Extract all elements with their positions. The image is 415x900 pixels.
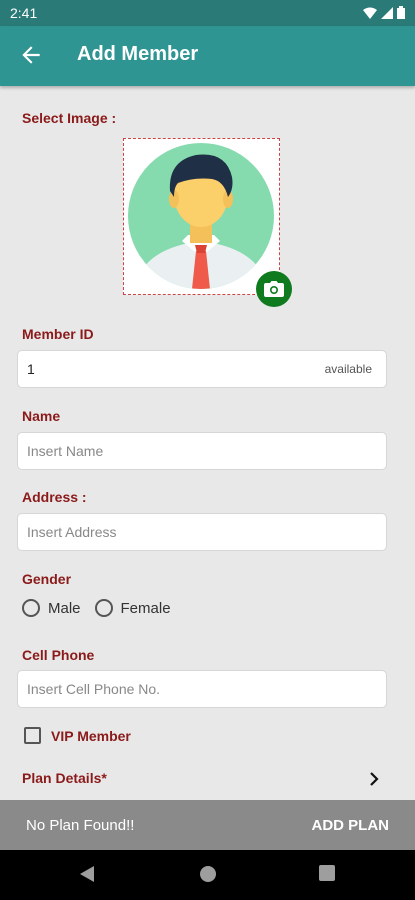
chevron-right-icon bbox=[370, 772, 379, 786]
signal-icon bbox=[381, 6, 393, 19]
arrow-left-icon[interactable] bbox=[18, 42, 44, 68]
battery-icon bbox=[397, 6, 405, 19]
plan-details-label: Plan Details* bbox=[22, 770, 107, 786]
page-title: Add Member bbox=[77, 43, 199, 65]
system-nav-bar bbox=[0, 850, 415, 900]
member-id-input[interactable] bbox=[18, 351, 307, 387]
nav-back-icon[interactable] bbox=[79, 865, 95, 883]
cell-phone-field bbox=[17, 670, 387, 708]
wifi-icon bbox=[363, 7, 377, 19]
camera-icon bbox=[264, 281, 284, 297]
status-icons bbox=[363, 6, 405, 19]
address-field bbox=[17, 513, 387, 551]
gender-radio-group: Male Female bbox=[22, 599, 185, 617]
vip-member-checkbox[interactable]: VIP Member bbox=[24, 727, 131, 744]
cell-phone-input[interactable] bbox=[18, 671, 307, 707]
gender-radio-female[interactable]: Female bbox=[94, 599, 171, 617]
nav-recents-icon[interactable] bbox=[319, 865, 335, 881]
gender-label: Gender bbox=[22, 571, 72, 587]
radio-circle bbox=[22, 599, 40, 617]
add-plan-button[interactable]: ADD PLAN bbox=[312, 817, 390, 834]
plan-bottom-bar: No Plan Found!! ADD PLAN bbox=[0, 800, 415, 850]
checkbox-box bbox=[24, 727, 41, 744]
camera-button[interactable] bbox=[256, 271, 292, 307]
avatar-placeholder-icon bbox=[128, 143, 274, 289]
address-input[interactable] bbox=[18, 514, 307, 550]
name-label: Name bbox=[22, 408, 61, 424]
no-plan-text: No Plan Found!! bbox=[26, 817, 135, 834]
name-field bbox=[17, 432, 387, 470]
member-id-field: available bbox=[17, 350, 387, 388]
member-image-picker[interactable] bbox=[123, 138, 280, 295]
address-label: Address : bbox=[22, 489, 87, 505]
gender-male-label: Male bbox=[48, 599, 81, 617]
status-bar: 2:41 bbox=[0, 0, 415, 26]
radio-circle bbox=[94, 599, 113, 617]
status-time: 2:41 bbox=[10, 5, 38, 21]
gender-female-label: Female bbox=[120, 599, 171, 617]
gender-radio-male[interactable]: Male bbox=[22, 599, 81, 617]
select-image-label: Select Image : bbox=[22, 110, 117, 126]
plan-details-row[interactable]: Plan Details* bbox=[22, 770, 382, 792]
vip-member-label: VIP Member bbox=[51, 727, 131, 744]
member-id-label: Member ID bbox=[22, 326, 94, 342]
name-input[interactable] bbox=[18, 433, 307, 469]
app-bar: Add Member bbox=[0, 26, 415, 86]
member-id-status: available bbox=[324, 362, 372, 376]
cell-phone-label: Cell Phone bbox=[22, 647, 95, 663]
nav-home-icon[interactable] bbox=[199, 865, 217, 883]
